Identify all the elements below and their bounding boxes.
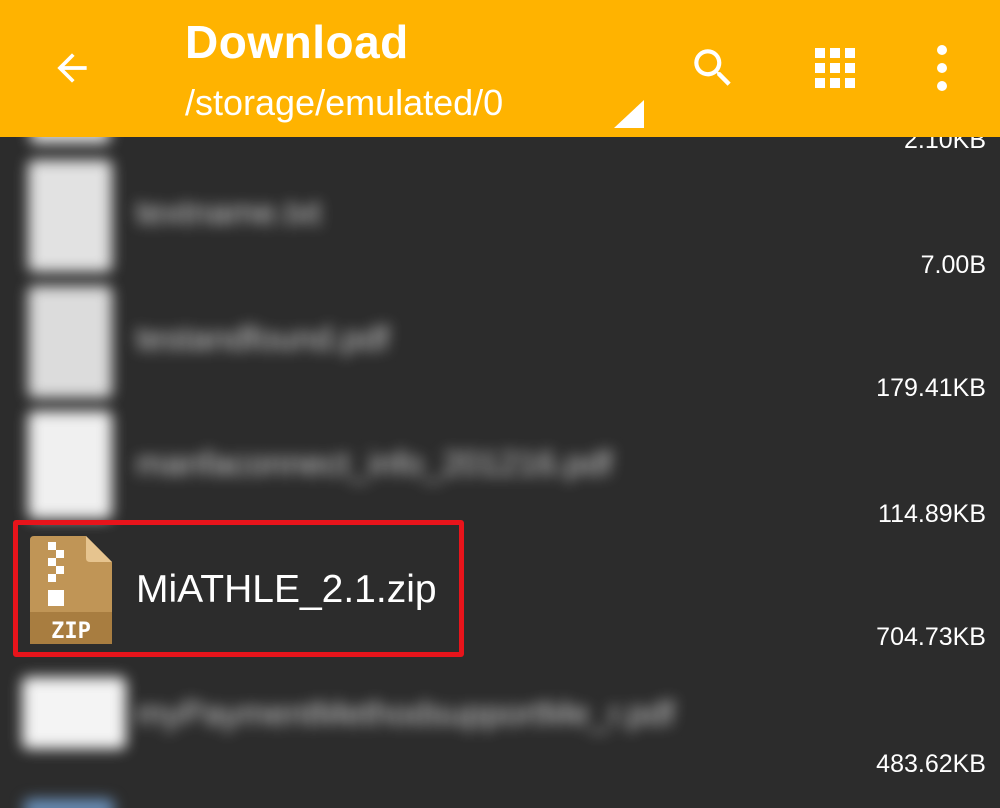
- file-name: manfaconnect_info_201216.pdf: [136, 445, 613, 483]
- dropdown-triangle-icon[interactable]: [614, 100, 644, 128]
- file-manager-screen: 2.10KB textname.txt 7.00B testandfound.p…: [0, 0, 1000, 808]
- highlight-box: [13, 520, 464, 657]
- file-size: 7.00B: [920, 251, 986, 279]
- file-name: myPaymentMethodsupportMe_r.pdf: [136, 695, 675, 733]
- search-icon: [694, 49, 731, 86]
- path-subtitle: /storage/emulated/0: [185, 82, 504, 123]
- file-name: textname.txt: [136, 194, 322, 232]
- list-item[interactable]: [0, 795, 1000, 808]
- list-item[interactable]: manfaconnect_info_201216.pdf 114.89KB: [0, 405, 1000, 530]
- file-thumbnail: [22, 677, 126, 749]
- more-options-button[interactable]: [910, 36, 974, 100]
- file-size: 483.62KB: [876, 750, 986, 778]
- grid-view-icon: [815, 48, 855, 88]
- arrow-back-icon: [57, 53, 87, 83]
- file-thumbnail: [28, 286, 112, 398]
- file-size: 704.73KB: [876, 623, 986, 651]
- back-button[interactable]: [40, 36, 104, 100]
- file-name: testandfound.pdf: [136, 320, 390, 358]
- file-thumbnail: [28, 411, 112, 519]
- page-title: Download: [185, 16, 409, 68]
- file-thumbnail: [28, 160, 112, 272]
- list-item[interactable]: testandfound.pdf 179.41KB: [0, 280, 1000, 405]
- view-toggle-button[interactable]: [803, 36, 867, 100]
- list-item[interactable]: myPaymentMethodsupportMe_r.pdf 483.62KB: [0, 665, 1000, 795]
- file-thumbnail: [24, 799, 114, 808]
- file-size: 114.89KB: [878, 500, 986, 528]
- list-item[interactable]: textname.txt 7.00B: [0, 150, 1000, 280]
- title-block[interactable]: Download /storage/emulated/0: [185, 14, 503, 132]
- app-bar: Download /storage/emulated/0: [0, 0, 1000, 137]
- search-button[interactable]: [681, 36, 745, 100]
- more-vert-icon: [937, 45, 947, 91]
- file-size: 179.41KB: [876, 374, 986, 402]
